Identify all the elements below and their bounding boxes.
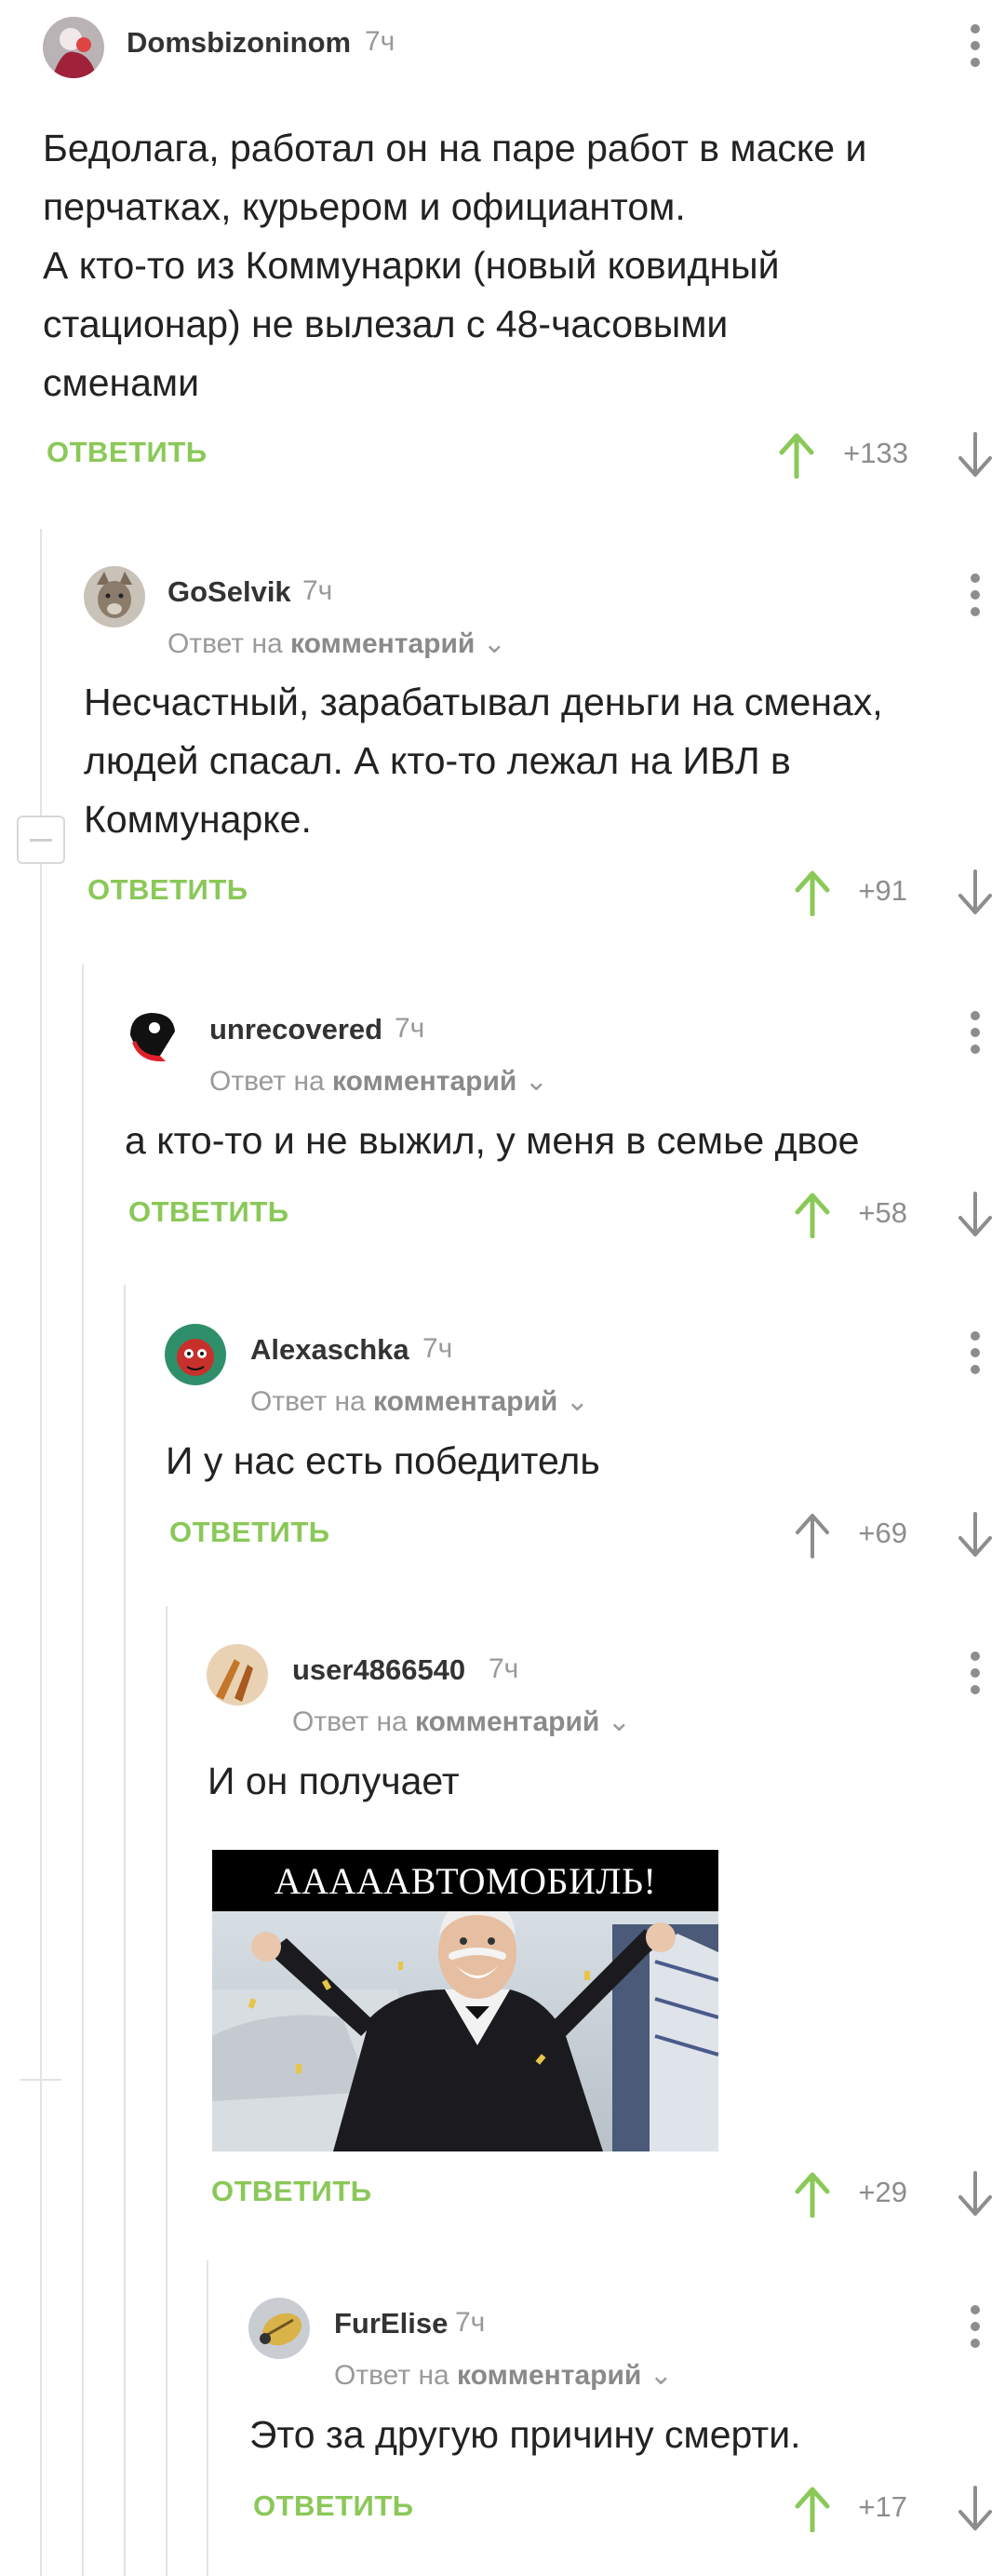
username[interactable]: GoSelvik bbox=[168, 575, 291, 609]
more-options-icon[interactable] bbox=[970, 573, 981, 618]
comment-text: И у нас есть победитель bbox=[166, 1439, 600, 1482]
more-options-icon[interactable] bbox=[970, 1331, 981, 1376]
upvote-icon[interactable] bbox=[778, 432, 815, 479]
comment-text: И он получает bbox=[208, 1760, 460, 1802]
upvote-icon[interactable] bbox=[794, 1512, 831, 1558]
reply-button[interactable]: ОТВЕТИТЬ bbox=[47, 436, 208, 469]
reply-to-link[interactable]: Ответ на комментарий ⌄ bbox=[250, 1385, 589, 1418]
timestamp: 7ч bbox=[302, 575, 333, 606]
chevron-down-icon: ⌄ bbox=[524, 1066, 548, 1097]
comment-actions: ОТВЕТИТЬ +17 bbox=[209, 2478, 1005, 2534]
avatar[interactable] bbox=[123, 1004, 184, 1065]
thread-line-level-5 bbox=[207, 2260, 208, 2576]
comment-text: Это за другую причину смерти. bbox=[249, 2413, 801, 2456]
timestamp: 7ч bbox=[489, 1653, 519, 1684]
timestamp: 7ч bbox=[365, 26, 395, 57]
chevron-down-icon: ⌄ bbox=[649, 2360, 673, 2391]
upvote-icon[interactable] bbox=[794, 2171, 831, 2218]
rating-score: +58 bbox=[858, 1196, 907, 1229]
downvote-icon[interactable] bbox=[957, 1512, 994, 1558]
more-options-icon[interactable] bbox=[970, 1652, 981, 1696]
comment-actions: ОТВЕТИТЬ +133 bbox=[0, 425, 1005, 480]
reply-to-link[interactable]: Ответ на комментарий ⌄ bbox=[209, 1065, 548, 1098]
reply-button[interactable]: ОТВЕТИТЬ bbox=[253, 2489, 414, 2523]
timestamp: 7ч bbox=[422, 1333, 453, 1364]
chevron-down-icon: ⌄ bbox=[482, 628, 506, 659]
username[interactable]: unrecovered bbox=[209, 1013, 382, 1046]
comment-actions: ОТВЕТИТЬ +58 bbox=[84, 1184, 1005, 1240]
comment: unrecovered 7ч Ответ на комментарий ⌄ а … bbox=[84, 987, 1005, 1266]
downvote-icon[interactable] bbox=[957, 2486, 994, 2532]
reply-to-link[interactable]: Ответ на комментарий ⌄ bbox=[292, 1706, 631, 1738]
more-options-icon[interactable] bbox=[970, 24, 981, 69]
comment: FurElise 7ч Ответ на комментарий ⌄ Это з… bbox=[209, 2281, 1005, 2576]
chevron-down-icon: ⌄ bbox=[607, 1706, 631, 1737]
avatar[interactable] bbox=[248, 2298, 310, 2359]
rating-score: +17 bbox=[858, 2490, 907, 2523]
comment-text: а кто-то и не выжил, у меня в семье двое bbox=[125, 1119, 860, 1162]
reply-button[interactable]: ОТВЕТИТЬ bbox=[128, 1195, 289, 1229]
reply-to-link[interactable]: Ответ на комментарий ⌄ bbox=[334, 2359, 673, 2392]
more-options-icon[interactable] bbox=[970, 2305, 981, 2350]
downvote-icon[interactable] bbox=[957, 2171, 994, 2218]
upvote-icon[interactable] bbox=[794, 2486, 831, 2532]
upvote-icon[interactable] bbox=[794, 1192, 831, 1238]
username[interactable]: FurElise bbox=[334, 2307, 448, 2340]
comment: Alexaschka 7ч Ответ на комментарий ⌄ И у… bbox=[126, 1307, 1005, 1586]
rating-score: +69 bbox=[858, 1517, 907, 1549]
rating-score: +133 bbox=[843, 437, 908, 469]
timestamp: 7ч bbox=[395, 1013, 425, 1044]
username[interactable]: Domsbizoninom bbox=[127, 26, 351, 60]
downvote-icon[interactable] bbox=[957, 432, 994, 479]
comment-image[interactable]: АААААВТОМОБИЛЬ! bbox=[212, 1850, 718, 2151]
image-caption: АААААВТОМОБИЛЬ! bbox=[212, 1850, 718, 1911]
username[interactable]: Alexaschka bbox=[250, 1333, 409, 1367]
rating-score: +29 bbox=[858, 2176, 907, 2208]
comment-actions: ОТВЕТИТЬ +29 bbox=[168, 2164, 1005, 2219]
reply-button[interactable]: ОТВЕТИТЬ bbox=[211, 2175, 372, 2208]
comment-actions: ОТВЕТИТЬ +69 bbox=[126, 1504, 1005, 1560]
comment-text: Несчастный, зарабатывал деньги на сменах… bbox=[84, 681, 883, 841]
avatar[interactable] bbox=[43, 17, 104, 78]
reply-to-link[interactable]: Ответ на комментарий ⌄ bbox=[168, 627, 506, 660]
avatar[interactable] bbox=[207, 1644, 268, 1706]
reply-button[interactable]: ОТВЕТИТЬ bbox=[169, 1516, 330, 1549]
rating-score: +91 bbox=[858, 874, 907, 907]
downvote-icon[interactable] bbox=[957, 1192, 994, 1238]
comment-actions: ОТВЕТИТЬ +91 bbox=[42, 862, 1005, 918]
comment: Domsbizoninom 7ч Бедолага, работал он на… bbox=[0, 0, 1005, 503]
upvote-icon[interactable] bbox=[794, 870, 831, 916]
downvote-icon[interactable] bbox=[957, 870, 994, 916]
avatar[interactable] bbox=[165, 1324, 226, 1385]
timestamp: 7ч bbox=[455, 2307, 486, 2338]
more-options-icon[interactable] bbox=[970, 1011, 981, 1056]
comment-text: Бедолага, работал он на паре работ в мас… bbox=[43, 127, 867, 404]
chevron-down-icon: ⌄ bbox=[565, 1386, 589, 1417]
comment: GoSelvik 7ч Ответ на комментарий ⌄ Несча… bbox=[42, 549, 1005, 931]
username[interactable]: user4866540 bbox=[292, 1653, 465, 1687]
reply-button[interactable]: ОТВЕТИТЬ bbox=[87, 873, 248, 907]
thread-line-tick bbox=[20, 2079, 61, 2081]
avatar[interactable] bbox=[84, 566, 145, 627]
